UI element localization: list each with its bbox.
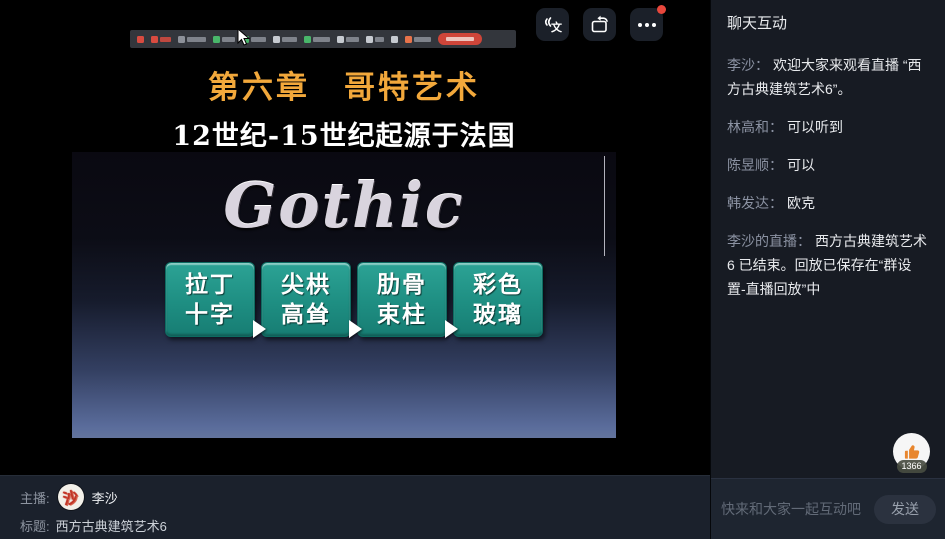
- host-avatar: 沙: [58, 484, 84, 510]
- like-button[interactable]: 1366: [893, 433, 930, 470]
- flow-box-stained-glass: 彩色 玻璃: [453, 262, 543, 337]
- flow-arrow-icon: [253, 320, 266, 338]
- slide-subtitle: 12世纪-15世纪起源于法国: [72, 114, 616, 153]
- stream-info-bar: 主播: 沙 李沙 标题: 西方古典建筑艺术6: [0, 475, 710, 539]
- flow-box-latin-cross: 拉丁 十字: [165, 262, 255, 337]
- host-row: 主播: 沙 李沙: [20, 484, 118, 510]
- flow-box-rib-columns: 肋骨 束柱: [357, 262, 447, 337]
- seal-stamp-icon: 沙: [61, 485, 80, 509]
- host-name: 李沙: [92, 488, 118, 507]
- chat-message: 陈昱顺：可以: [727, 153, 929, 177]
- slide-heading: 第六章 哥特艺术 12世纪-15世纪起源于法国: [72, 62, 616, 153]
- rotate-screen-button[interactable]: [583, 8, 616, 41]
- mouse-cursor-icon: [237, 28, 250, 47]
- chat-message-list: 李沙：欢迎大家来观看直播 “西方古典建筑艺术6”。 林高和：可以听到 陈昱顺：可…: [711, 33, 945, 301]
- flow-arrow-icon: [349, 320, 362, 338]
- more-options-button[interactable]: [630, 8, 663, 41]
- toolbar-share-screen: [304, 36, 330, 43]
- chat-message: 李沙：欢迎大家来观看直播 “西方古典建筑艺术6”。: [727, 53, 929, 101]
- gothic-banner: Gothic: [72, 152, 616, 258]
- toolbar-recording-indicator: [137, 36, 144, 43]
- toolbar-chat: [366, 36, 384, 43]
- chat-system-message: 李沙的直播：西方古典建筑艺术6 已结束。回放已保存在“群设置-直播回放”中: [727, 229, 929, 301]
- toolbar-exit-button-pill: [438, 33, 482, 45]
- flow-arrow-icon: [445, 320, 458, 338]
- meeting-toolbar: [130, 30, 516, 48]
- image-edge-line: [604, 156, 605, 256]
- stream-title-label: 标题:: [20, 516, 50, 535]
- host-label: 主播:: [20, 488, 50, 507]
- svg-text:文: 文: [551, 20, 563, 34]
- slide-image: Gothic 拉丁 十字 尖栱 高耸 肋骨 束柱 彩色 玻璃: [72, 152, 616, 438]
- toolbar-docs: [405, 36, 431, 43]
- chat-input[interactable]: [721, 501, 868, 517]
- flow-box-pointed-arch: 尖栱 高耸: [261, 262, 351, 337]
- toolbar-members: [337, 36, 359, 43]
- video-floating-controls: 文: [536, 8, 663, 41]
- translate-captions-button[interactable]: 文: [536, 8, 569, 41]
- toolbar-more-dots: [391, 36, 398, 43]
- stream-title: 西方古典建筑艺术6: [56, 516, 167, 535]
- gothic-word: Gothic: [223, 169, 464, 242]
- title-row: 标题: 西方古典建筑艺术6: [20, 516, 167, 535]
- chat-panel: 聊天互动 李沙：欢迎大家来观看直播 “西方古典建筑艺术6”。 林高和：可以听到 …: [710, 0, 945, 539]
- flow-boxes: 拉丁 十字 尖栱 高耸 肋骨 束柱 彩色 玻璃: [165, 262, 543, 337]
- live-stream-window: 第六章 哥特艺术 12世纪-15世纪起源于法国 Gothic 拉丁 十字 尖栱 …: [0, 0, 945, 539]
- slide-chapter-title: 第六章 哥特艺术: [72, 62, 616, 107]
- chat-panel-title: 聊天互动: [711, 0, 945, 33]
- send-button[interactable]: 发送: [874, 495, 936, 524]
- video-player[interactable]: 第六章 哥特艺术 12世纪-15世纪起源于法国 Gothic 拉丁 十字 尖栱 …: [0, 0, 710, 475]
- notification-dot: [657, 5, 666, 14]
- chat-message: 韩发达：欧克: [727, 191, 929, 215]
- toolbar-camera: [273, 36, 297, 43]
- toolbar-encrypted-shield: [213, 36, 235, 43]
- like-count-badge: 1366: [896, 460, 926, 473]
- chat-message: 林高和：可以听到: [727, 115, 929, 139]
- rotate-screen-icon: [589, 14, 611, 36]
- toolbar-recording-text: [151, 36, 171, 43]
- toolbar-timer-text: [178, 36, 206, 43]
- translate-voice-icon: 文: [542, 14, 564, 36]
- ellipsis-icon: [638, 23, 656, 27]
- chat-input-bar: 发送: [711, 478, 945, 539]
